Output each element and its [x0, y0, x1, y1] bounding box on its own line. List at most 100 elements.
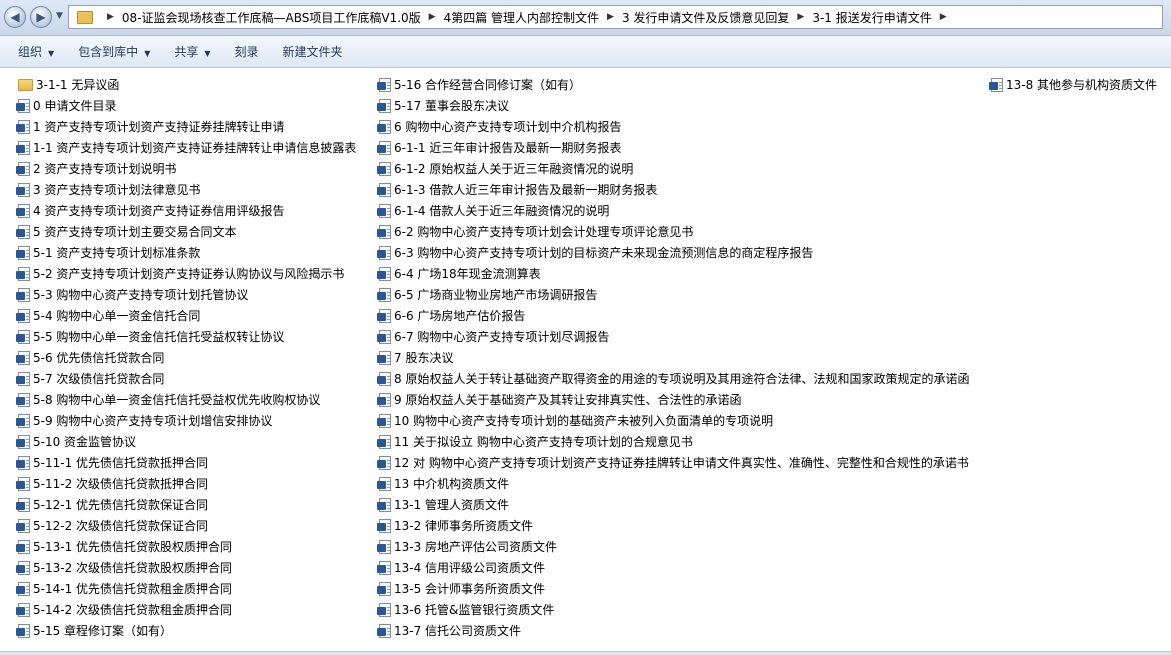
list-item[interactable]: 5-14-1 优先债信托贷款租金质押合同 [16, 578, 356, 599]
list-item-label: 6 购物中心资产支持专项计划中介机构报告 [394, 120, 622, 134]
recent-pages-dropdown-icon[interactable]: ▼ [56, 11, 63, 21]
file-list: 3-1-1 无异议函 0 申请文件目录 1 资产支持专项计划资产支持证券挂牌转让申请… [0, 70, 1171, 651]
list-item[interactable]: 5-4 购物中心单一资金信托合同 [16, 305, 356, 326]
list-item[interactable]: 13 中介机构资质文件 [377, 473, 969, 494]
list-item[interactable]: 13-3 房地产评估公司资质文件 [377, 536, 969, 557]
list-item-label: 5-11-1 优先债信托贷款抵押合同 [33, 456, 209, 470]
list-item[interactable]: 10 购物中心资产支持专项计划的基础资产未被列入负面清单的专项说明 [377, 410, 969, 431]
list-item[interactable]: 3 资产支持专项计划法律意见书 [16, 179, 356, 200]
burn-button[interactable]: 刻录 [223, 43, 271, 60]
word-doc-icon [377, 371, 391, 386]
list-item[interactable]: 4 资产支持专项计划资产支持证券信用评级报告 [16, 200, 356, 221]
forward-button[interactable]: ▶ [30, 6, 52, 28]
list-item[interactable]: 5-7 次级债信托贷款合同 [16, 368, 356, 389]
list-item[interactable]: 5-14-2 次级债信托贷款租金质押合同 [16, 599, 356, 620]
list-item[interactable]: 1-1 资产支持专项计划资产支持证券挂牌转让申请信息披露表 [16, 137, 357, 158]
share-button[interactable]: 共享 ▼ [162, 43, 222, 60]
list-item[interactable]: 7 股东决议 [377, 347, 969, 368]
list-item-label: 6-3 购物中心资产支持专项计划的目标资产未来现金流预测信息的商定程序报告 [394, 246, 814, 260]
list-item-label: 1 资产支持专项计划资产支持证券挂牌转让申请 [33, 120, 285, 134]
word-doc-icon [16, 497, 30, 512]
list-item[interactable]: 5 资产支持专项计划主要交易合同文本 [16, 221, 356, 242]
list-item[interactable]: 13-6 托管&监管银行资质文件 [377, 599, 969, 620]
list-item[interactable]: 5-1 资产支持专项计划标准条款 [16, 242, 356, 263]
list-item[interactable]: 6-1-1 近三年审计报告及最新一期财务报表 [377, 137, 969, 158]
list-item[interactable]: 5-11-1 优先债信托贷款抵押合同 [16, 452, 356, 473]
list-item[interactable]: 5-9 购物中心资产支持专项计划增信安排协议 [16, 410, 356, 431]
list-item[interactable]: 13-5 会计师事务所资质文件 [377, 578, 969, 599]
list-item[interactable]: 5-15 章程修订案（如有） [16, 620, 356, 641]
list-item-label: 5-14-2 次级债信托贷款租金质押合同 [33, 603, 233, 617]
list-item[interactable]: 6-3 购物中心资产支持专项计划的目标资产未来现金流预测信息的商定程序报告 [377, 242, 969, 263]
list-item[interactable]: 6-1-4 借款人关于近三年融资情况的说明 [377, 200, 969, 221]
list-item-label: 13-7 信托公司资质文件 [394, 624, 522, 638]
list-item[interactable]: 5-10 资金监管协议 [16, 431, 356, 452]
list-item[interactable]: 2 资产支持专项计划说明书 [16, 158, 356, 179]
list-item[interactable]: 6-1-2 原始权益人关于近三年融资情况的说明 [377, 158, 969, 179]
list-item[interactable]: 9 原始权益人关于基础资产及其转让安排真实性、合法性的承诺函 [377, 389, 969, 410]
list-item[interactable]: 6-4 广场18年现金流测算表 [377, 263, 969, 284]
word-doc-icon [377, 455, 391, 470]
chevron-right-icon[interactable]: ▶ [940, 12, 947, 22]
list-item[interactable]: 6-5 广场商业物业房地产市场调研报告 [377, 284, 969, 305]
list-item[interactable]: 5-12-2 次级债信托贷款保证合同 [16, 515, 356, 536]
list-item[interactable]: 5-6 优先债信托贷款合同 [16, 347, 356, 368]
chevron-right-icon[interactable]: ▶ [429, 12, 436, 22]
organize-button[interactable]: 组织 ▼ [0, 43, 66, 60]
list-item-label: 5-17 董事会股东决议 [394, 99, 510, 113]
list-item[interactable]: 3-1-1 无异议函 [18, 74, 356, 95]
new-folder-button[interactable]: 新建文件夹 [271, 43, 355, 60]
breadcrumb-item[interactable]: 3 发行申请文件及反馈意见回复 [622, 9, 789, 26]
list-item-label: 10 购物中心资产支持专项计划的基础资产未被列入负面清单的专项说明 [394, 414, 774, 428]
list-item[interactable]: 11 关于拟设立 购物中心资产支持专项计划的合规意见书 [377, 431, 969, 452]
list-item[interactable]: 13-4 信用评级公司资质文件 [377, 557, 969, 578]
back-button[interactable]: ◀ [4, 6, 26, 28]
list-item[interactable]: 5-13-1 优先债信托贷款股权质押合同 [16, 536, 356, 557]
word-doc-icon [377, 245, 391, 260]
chevron-right-icon[interactable]: ▶ [607, 12, 614, 22]
list-item-label: 13-8 其他参与机构资质文件 [1006, 78, 1158, 92]
list-item[interactable]: 6-2 购物中心资产支持专项计划会计处理专项评论意见书 [377, 221, 969, 242]
include-in-library-button[interactable]: 包含到库中 ▼ [66, 43, 162, 60]
list-item-label: 2 资产支持专项计划说明书 [33, 162, 177, 176]
word-doc-icon [377, 77, 391, 92]
list-item[interactable]: 6 购物中心资产支持专项计划中介机构报告 [377, 116, 969, 137]
breadcrumb-item[interactable]: 4第四篇 管理人内部控制文件 [444, 9, 599, 26]
list-item[interactable]: 13-8 其他参与机构资质文件 [989, 74, 1158, 95]
list-item[interactable]: 5-8 购物中心单一资金信托信托受益权优先收购权协议 [16, 389, 356, 410]
list-item[interactable]: 6-7 购物中心资产支持专项计划尽调报告 [377, 326, 969, 347]
list-item[interactable]: 5-3 购物中心资产支持专项计划托管协议 [16, 284, 356, 305]
list-item[interactable]: 6-6 广场房地产估价报告 [377, 305, 969, 326]
list-item[interactable]: 5-12-1 优先债信托贷款保证合同 [16, 494, 356, 515]
include-in-library-label: 包含到库中 [78, 45, 139, 59]
list-item-label: 13-5 会计师事务所资质文件 [394, 582, 546, 596]
list-item[interactable]: 5-2 资产支持专项计划资产支持证券认购协议与风险揭示书 [16, 263, 356, 284]
list-item[interactable]: 5-5 购物中心单一资金信托信托受益权转让协议 [16, 326, 356, 347]
list-item[interactable]: 5-11-2 次级债信托贷款抵押合同 [16, 473, 356, 494]
chevron-right-icon[interactable]: ▶ [107, 12, 114, 22]
word-doc-icon [377, 518, 391, 533]
command-toolbar: 组织 ▼ 包含到库中 ▼ 共享 ▼ 刻录 新建文件夹 [0, 36, 1171, 68]
breadcrumb-item[interactable]: 08-证监会现场核查工作底稿—ABS项目工作底稿V1.0版 [122, 9, 421, 26]
list-item[interactable]: 5-17 董事会股东决议 [377, 95, 969, 116]
list-item-label: 5-13-1 优先债信托贷款股权质押合同 [33, 540, 233, 554]
list-item[interactable]: 5-16 合作经营合同修订案（如有） [377, 74, 969, 95]
list-item-label: 6-1-1 近三年审计报告及最新一期财务报表 [394, 141, 622, 155]
breadcrumb-item[interactable]: 3-1 报送发行申请文件 [812, 9, 931, 26]
organize-label: 组织 [18, 45, 43, 59]
list-item-label: 4 资产支持专项计划资产支持证券信用评级报告 [33, 204, 285, 218]
chevron-right-icon[interactable]: ▶ [797, 12, 804, 22]
address-field[interactable]: ▶ 08-证监会现场核查工作底稿—ABS项目工作底稿V1.0版 ▶ 4第四篇 管… [68, 5, 1163, 29]
list-item[interactable]: 13-2 律师事务所资质文件 [377, 515, 969, 536]
list-item[interactable]: 1 资产支持专项计划资产支持证券挂牌转让申请 [16, 116, 356, 137]
list-item[interactable]: 5-13-2 次级债信托贷款股权质押合同 [16, 557, 356, 578]
list-item[interactable]: 8 原始权益人关于转让基础资产取得资金的用途的专项说明及其用途符合法律、法规和国… [377, 368, 969, 389]
list-item[interactable]: 13-1 管理人资质文件 [377, 494, 969, 515]
list-item[interactable]: 13-7 信托公司资质文件 [377, 620, 969, 641]
word-doc-icon [16, 308, 30, 323]
list-item-label: 1-1 资产支持专项计划资产支持证券挂牌转让申请信息披露表 [33, 141, 357, 155]
list-item[interactable]: 6-1-3 借款人近三年审计报告及最新一期财务报表 [377, 179, 969, 200]
list-item[interactable]: 12 对 购物中心资产支持专项计划资产支持证券挂牌转让申请文件真实性、准确性、完… [377, 452, 969, 473]
list-item[interactable]: 0 申请文件目录 [16, 95, 356, 116]
file-column-2: 5-16 合作经营合同修订案（如有） 5-17 董事会股东决议 6 购物中心资产支持… [377, 74, 969, 641]
